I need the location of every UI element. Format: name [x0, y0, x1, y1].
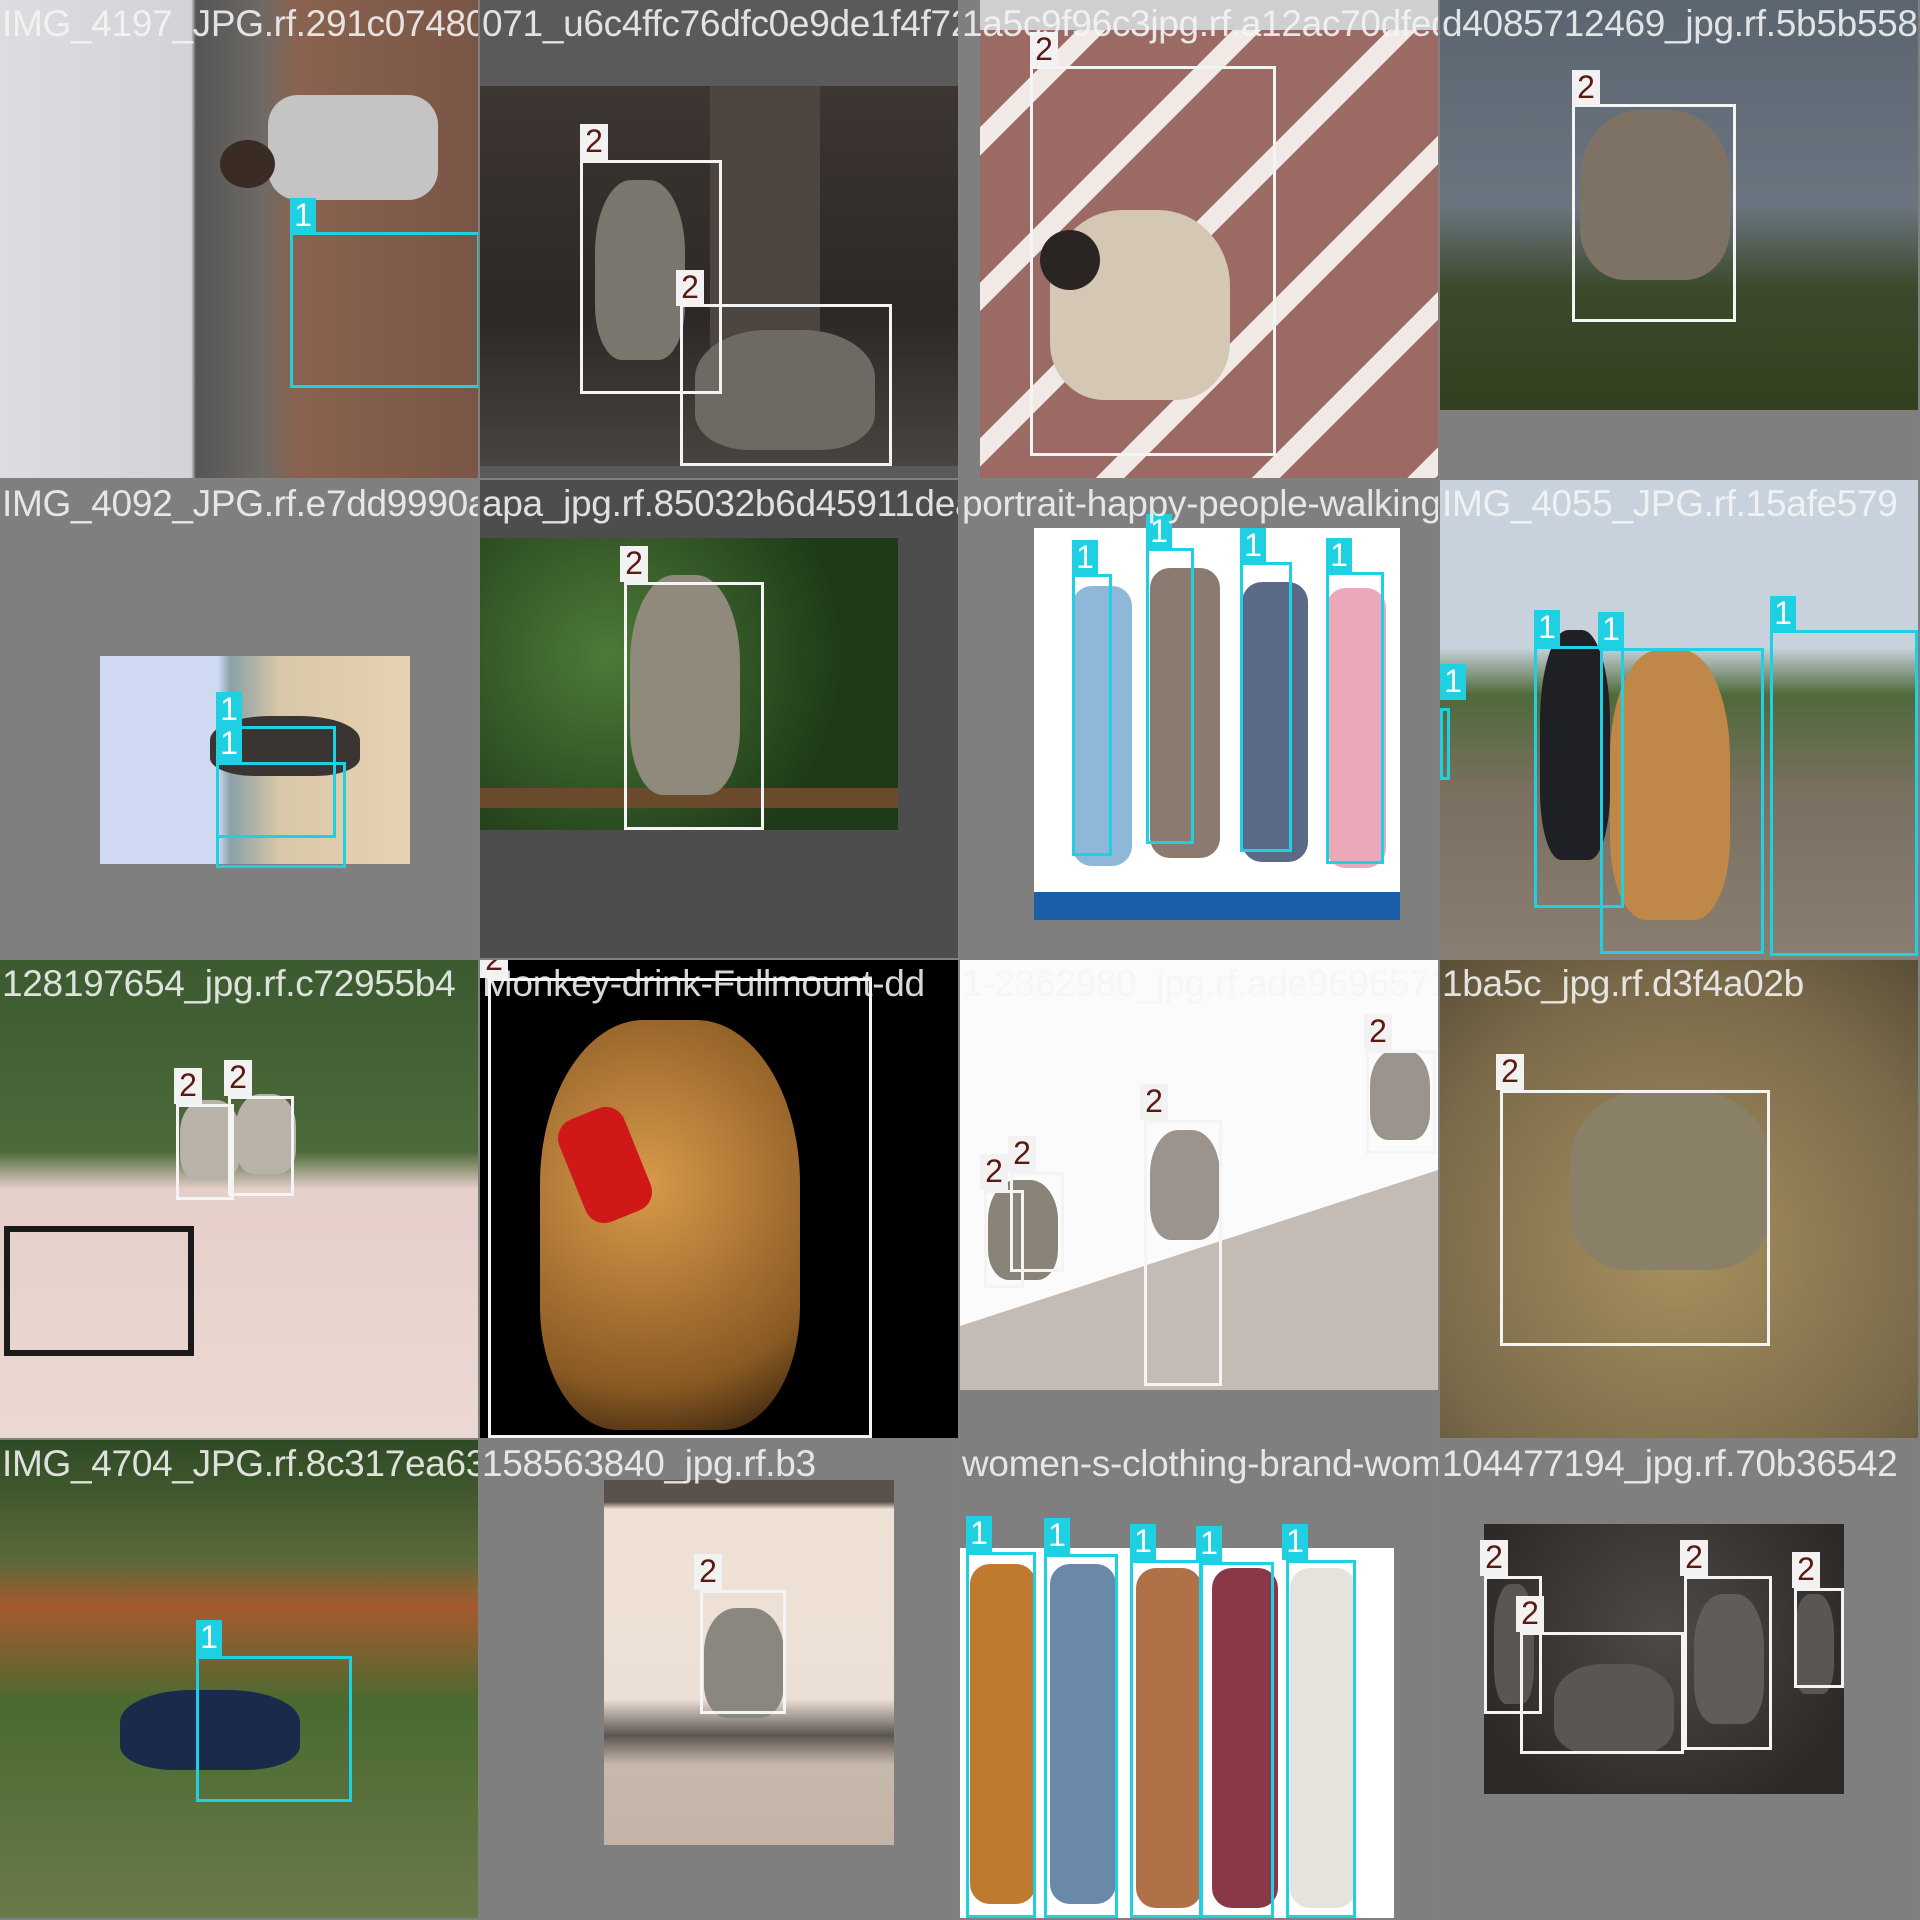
bbox-person: [1200, 1562, 1274, 1918]
bbox-monkey: [228, 1096, 294, 1196]
image-tile[interactable]: 2 apa_jpg.rf.85032b6d45911deab07c98: [480, 480, 958, 958]
bbox-monkey: [1572, 104, 1736, 322]
class-label: 1: [1440, 664, 1466, 700]
image-filename: portrait-happy-people-walking: [962, 483, 1438, 524]
image-filename: 1ba5c_jpg.rf.d3f4a02b: [1442, 963, 1804, 1004]
bbox-person: [1440, 708, 1450, 780]
image-filename: 104477194_jpg.rf.70b36542: [1442, 1443, 1898, 1484]
class-label: 1: [1130, 1524, 1156, 1560]
image-tile[interactable]: 1 IMG_4704_JPG.rf.8c317ea63585684d30f1bd…: [0, 1440, 478, 1918]
class-label: 2: [1480, 1540, 1508, 1576]
image-tile[interactable]: 1 1 1 1 portrait-happy-people-walking: [960, 480, 1438, 958]
bbox-monkey: [1684, 1576, 1772, 1750]
bbox-person: [1130, 1560, 1202, 1918]
class-label: 2: [1496, 1054, 1524, 1090]
image-filename: 1-2362980_jpg.rf.ade9696571424781028d853…: [962, 963, 1438, 1004]
class-label: 2: [1516, 1596, 1544, 1632]
bbox-person: [1146, 548, 1194, 844]
image-filename: apa_jpg.rf.85032b6d45911deab07c98: [482, 483, 958, 524]
image-filename: 071_u6c4ffc76dfc0e9de1f4f727582f9672_3_j…: [482, 3, 958, 44]
photo: [0, 960, 478, 1438]
class-label: 2: [1364, 1014, 1392, 1050]
image-tile[interactable]: 1 1 1 1 1 women-s-clothing-brand-women-f…: [960, 1440, 1438, 1918]
class-label: 1: [216, 692, 242, 728]
bbox-monkey: [1500, 1090, 1770, 1346]
image-filename: women-s-clothing-brand-women-fashion_jpg: [962, 1443, 1438, 1484]
class-label: 1: [1282, 1524, 1308, 1560]
image-filename: IMG_4055_JPG.rf.15afe579: [1442, 483, 1898, 524]
image-filename: 128197654_jpg.rf.c72955b4: [2, 963, 456, 1004]
image-tile[interactable]: 2 1ba5c_jpg.rf.d3f4a02b: [1440, 960, 1918, 1438]
bbox-person: [290, 232, 478, 388]
image-filename: 1a5c9f96c3jpg.rf.a12ac70dfed0c5b74f6d9eb…: [962, 3, 1438, 44]
bbox-monkey: [700, 1590, 786, 1714]
class-label: 2: [1792, 1552, 1820, 1588]
image-tile[interactable]: 2 1a5c9f96c3jpg.rf.a12ac70dfed0c5b74f6d9…: [960, 0, 1438, 478]
image-filename: Monkey-drink-Fullmount-dd: [482, 963, 925, 1004]
class-label: 1: [1326, 538, 1352, 574]
bbox-monkey: [1030, 66, 1276, 456]
class-label: 2: [1572, 70, 1600, 106]
image-filename: 158563840_jpg.rf.b3: [482, 1443, 816, 1484]
bbox-monkey: [624, 582, 764, 830]
class-label: 2: [620, 546, 648, 582]
class-label: 1: [1770, 596, 1796, 632]
class-label: 2: [224, 1060, 252, 1096]
bbox-person: [1600, 648, 1764, 954]
class-label: 1: [1072, 540, 1098, 576]
image-tile[interactable]: 1 1 1 1 IMG_4055_JPG.rf.15afe579: [1440, 480, 1918, 958]
class-label: 1: [1196, 1526, 1222, 1562]
class-label: 2: [1140, 1084, 1168, 1120]
image-tile[interactable]: 2 d4085712469_jpg.rf.5b5b558d: [1440, 0, 1918, 478]
image-filename: d4085712469_jpg.rf.5b5b558d: [1442, 3, 1918, 44]
class-label: 1: [966, 1516, 992, 1552]
bbox-person: [196, 1656, 352, 1802]
bbox-monkey: [680, 304, 892, 466]
class-label: 2: [694, 1554, 722, 1590]
class-label: 2: [980, 1154, 1008, 1190]
bbox-person: [1072, 574, 1112, 856]
bbox-person: [966, 1552, 1036, 1918]
image-filename: IMG_4197_JPG.rf.291c0748027ad6c4fc762702…: [2, 3, 478, 44]
image-tile[interactable]: 1 1 IMG_4092_JPG.rf.e7dd9990a6399a788536…: [0, 480, 478, 958]
bbox-monkey: [488, 978, 872, 1438]
bbox-person: [1326, 572, 1384, 864]
image-filename: IMG_4092_JPG.rf.e7dd9990a6399a78853627a5: [2, 483, 478, 524]
class-label: 1: [216, 726, 242, 762]
image-tile[interactable]: 2 Monkey-drink-Fullmount-dd: [480, 960, 958, 1438]
image-tile[interactable]: 2 2 2 2 1-2362980_jpg.rf.ade969657142478…: [960, 960, 1438, 1438]
image-tile[interactable]: 1 IMG_4197_JPG.rf.291c0748027ad6c4fc7627…: [0, 0, 478, 478]
bbox-monkey: [1366, 1050, 1436, 1154]
bbox-person: [216, 762, 346, 868]
class-label: 1: [1044, 1518, 1070, 1554]
class-label: 2: [1680, 1540, 1708, 1576]
bbox-monkey: [984, 1190, 1024, 1288]
image-tile[interactable]: 2 158563840_jpg.rf.b3: [480, 1440, 958, 1918]
bbox-person: [1286, 1560, 1356, 1918]
class-label: 2: [676, 270, 704, 306]
bbox-monkey: [1520, 1632, 1684, 1754]
image-tile[interactable]: 2 2 2 2 104477194_jpg.rf.70b36542: [1440, 1440, 1918, 1918]
bbox-person: [1770, 630, 1918, 956]
bbox-monkey: [176, 1104, 234, 1200]
class-label: 2: [174, 1068, 202, 1104]
class-label: 1: [1598, 612, 1624, 648]
class-label: 1: [1240, 528, 1266, 564]
image-filename: IMG_4704_JPG.rf.8c317ea63585684d30f1bd37…: [2, 1443, 478, 1484]
image-tile[interactable]: 2 2 128197654_jpg.rf.c72955b4: [0, 960, 478, 1438]
class-label: 2: [580, 124, 608, 160]
image-tile[interactable]: 2 2 071_u6c4ffc76dfc0e9de1f4f727582f9672…: [480, 0, 958, 478]
bbox-person: [1044, 1554, 1118, 1918]
class-label: 1: [290, 198, 316, 234]
class-label: 1: [1534, 610, 1560, 646]
bbox-person: [1240, 562, 1292, 852]
bbox-monkey: [1794, 1588, 1844, 1688]
bbox-monkey: [1144, 1120, 1222, 1386]
class-label: 2: [1008, 1136, 1036, 1172]
class-label: 1: [196, 1620, 222, 1656]
